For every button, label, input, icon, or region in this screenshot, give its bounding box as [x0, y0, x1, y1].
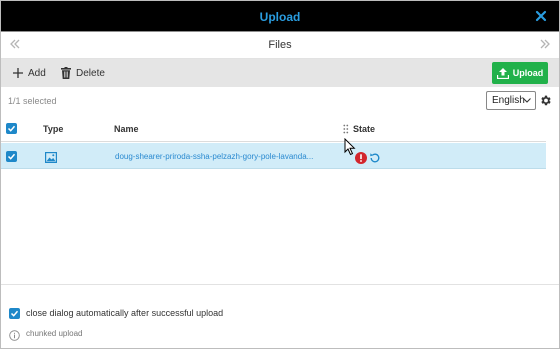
- auto-close-checkbox[interactable]: [9, 308, 20, 319]
- dialog-footer: close dialog automatically after success…: [1, 284, 559, 348]
- upload-button[interactable]: Upload: [492, 62, 548, 84]
- chevron-down-icon: [523, 98, 531, 103]
- retry-icon[interactable]: [369, 151, 381, 169]
- upload-icon: [496, 67, 509, 79]
- column-type[interactable]: Type: [43, 124, 63, 134]
- selection-info: 1/1 selected: [8, 96, 57, 106]
- add-label: Add: [28, 67, 46, 79]
- chunked-upload-label: chunked upload: [26, 329, 83, 338]
- nav-bar: Files: [1, 32, 559, 59]
- table-header: Type Name State: [1, 118, 546, 142]
- upload-dialog: Upload Files Add Delete Upload 1/1 selec…: [0, 0, 560, 349]
- select-all-checkbox[interactable]: [6, 123, 17, 134]
- language-value: English: [492, 95, 525, 106]
- auto-close-label[interactable]: close dialog automatically after success…: [26, 308, 223, 318]
- gear-icon[interactable]: [539, 94, 552, 107]
- delete-label: Delete: [76, 67, 105, 79]
- delete-button[interactable]: Delete: [61, 66, 105, 80]
- add-button[interactable]: Add: [13, 66, 46, 80]
- error-icon: [355, 151, 367, 169]
- column-name[interactable]: Name: [114, 124, 139, 134]
- table-row[interactable]: doug-shearer-priroda-ssha-pelzazh-gory-p…: [1, 143, 546, 169]
- close-icon[interactable]: [533, 8, 549, 24]
- nav-title: Files: [268, 39, 292, 51]
- chevron-double-right-icon[interactable]: [538, 37, 552, 51]
- upload-label: Upload: [512, 68, 544, 78]
- trash-icon: [61, 67, 71, 79]
- file-name[interactable]: doug-shearer-priroda-ssha-pelzazh-gory-p…: [115, 152, 327, 161]
- language-select[interactable]: English: [486, 91, 536, 110]
- drag-handle-icon[interactable]: [343, 124, 349, 136]
- image-icon: [45, 150, 58, 168]
- dialog-title: Upload: [259, 10, 301, 24]
- plus-icon: [13, 68, 23, 78]
- row-checkbox[interactable]: [6, 151, 17, 162]
- toolbar: Add Delete Upload: [1, 59, 559, 87]
- info-icon: [9, 328, 20, 346]
- mouse-cursor-icon: [344, 137, 356, 156]
- dialog-titlebar: Upload: [1, 1, 559, 32]
- column-state[interactable]: State: [353, 124, 375, 134]
